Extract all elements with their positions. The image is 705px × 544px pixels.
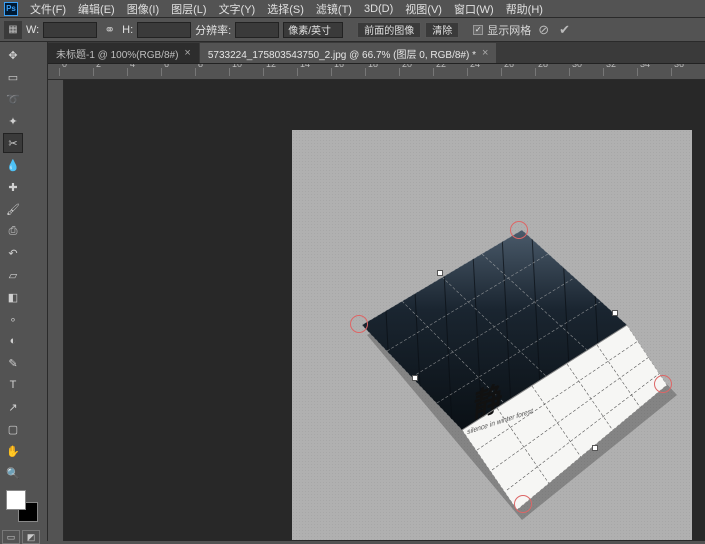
menu-3d[interactable]: 3D(D) [358, 1, 399, 17]
transform-handle[interactable] [350, 315, 368, 333]
link-wh-icon[interactable]: ⚭ [101, 22, 118, 38]
toolbox: ✥ ▭ ➰ ✦ ✂ 💧 ✚ 🖌 ⎙ ↶ ▱ ◧ ∘ ◐ ✎ T ↗ ▢ ✋ 🔍 … [0, 42, 48, 541]
canvas-area[interactable]: 静 silence in winter forest [64, 80, 705, 541]
width-input[interactable] [43, 22, 97, 38]
tab-label: 未标题-1 @ 100%(RGB/8#) [56, 46, 178, 61]
close-icon[interactable]: × [184, 47, 190, 59]
transform-handle[interactable] [412, 375, 418, 381]
menu-type[interactable]: 文字(Y) [213, 0, 262, 19]
tool-preset-icon[interactable]: ▦ [4, 21, 22, 39]
height-input[interactable] [137, 22, 191, 38]
wand-tool[interactable]: ✦ [3, 111, 23, 131]
quickmask-row: ▭ ◩ [2, 530, 45, 544]
resolution-input[interactable] [235, 22, 279, 38]
heal-tool[interactable]: ✚ [3, 177, 23, 197]
options-bar: ▦ W: ⚭ H: 分辨率: 像素/英寸 前面的图像 清除 ✓ 显示网格 ⊘ ✔ [0, 18, 705, 42]
lasso-tool[interactable]: ➰ [3, 89, 23, 109]
menu-file[interactable]: 文件(F) [24, 0, 72, 19]
gradient-tool[interactable]: ◧ [3, 287, 23, 307]
foreground-swatch[interactable] [6, 490, 26, 510]
blur-tool[interactable]: ∘ [3, 309, 23, 329]
type-tool[interactable]: T [3, 375, 23, 395]
standard-mode-icon[interactable]: ▭ [2, 530, 20, 544]
transform-handle[interactable] [437, 270, 443, 276]
close-icon[interactable]: × [482, 47, 488, 59]
ruler-horizontal: 0 2 4 6 8 10 12 14 16 18 20 22 24 26 28 … [48, 64, 705, 80]
dodge-tool[interactable]: ◐ [3, 331, 23, 351]
confirm-icon[interactable]: ✔ [556, 22, 573, 38]
cancel-icon[interactable]: ⊘ [535, 22, 552, 38]
width-label: W: [26, 24, 39, 36]
hand-tool[interactable]: ✋ [3, 441, 23, 461]
menu-window[interactable]: 窗口(W) [448, 0, 500, 19]
ruler-vertical [48, 80, 64, 541]
path-tool[interactable]: ↗ [3, 397, 23, 417]
menu-help[interactable]: 帮助(H) [500, 0, 549, 19]
history-brush-tool[interactable]: ↶ [3, 243, 23, 263]
menu-edit[interactable]: 编辑(E) [72, 0, 121, 19]
menu-view[interactable]: 视图(V) [399, 0, 448, 19]
transform-handle[interactable] [654, 375, 672, 393]
menu-layer[interactable]: 图层(L) [165, 0, 212, 19]
artboard-tool[interactable]: ▭ [3, 67, 23, 87]
shape-tool[interactable]: ▢ [3, 419, 23, 439]
transform-handle[interactable] [592, 445, 598, 451]
transform-handle[interactable] [612, 310, 618, 316]
tab-document-1[interactable]: 未标题-1 @ 100%(RGB/8#) × [48, 43, 199, 63]
show-grid-checkbox[interactable]: ✓ 显示网格 [473, 22, 531, 38]
book-mockup[interactable]: 静 silence in winter forest [332, 215, 672, 495]
menu-select[interactable]: 选择(S) [261, 0, 310, 19]
show-grid-label: 显示网格 [487, 22, 531, 38]
app-logo: Ps [4, 2, 18, 16]
document-tabs: 未标题-1 @ 100%(RGB/8#) × 5733224_175803543… [0, 42, 705, 64]
resolution-unit[interactable]: 像素/英寸 [283, 22, 343, 38]
clear-button[interactable]: 清除 [425, 22, 459, 38]
front-image-button[interactable]: 前面的图像 [357, 22, 421, 38]
transform-handle[interactable] [514, 495, 532, 513]
color-swatches[interactable] [2, 488, 45, 528]
tab-label: 5733224_175803543750_2.jpg @ 66.7% (图层 0… [208, 46, 476, 61]
menu-filter[interactable]: 滤镜(T) [310, 0, 358, 19]
brush-tool[interactable]: 🖌 [3, 199, 23, 219]
quickmask-icon[interactable]: ◩ [22, 530, 40, 544]
menu-bar: Ps 文件(F) 编辑(E) 图像(I) 图层(L) 文字(Y) 选择(S) 滤… [0, 0, 705, 18]
height-label: H: [122, 24, 133, 36]
menu-image[interactable]: 图像(I) [121, 0, 165, 19]
crop-tool[interactable]: ✂ [3, 133, 23, 153]
eyedropper-tool[interactable]: 💧 [3, 155, 23, 175]
eraser-tool[interactable]: ▱ [3, 265, 23, 285]
zoom-tool[interactable]: 🔍 [3, 463, 23, 483]
tab-document-2[interactable]: 5733224_175803543750_2.jpg @ 66.7% (图层 0… [200, 43, 497, 63]
document-background: 静 silence in winter forest [292, 130, 692, 540]
pen-tool[interactable]: ✎ [3, 353, 23, 373]
resolution-label: 分辨率: [195, 22, 231, 38]
move-tool[interactable]: ✥ [3, 45, 23, 65]
stamp-tool[interactable]: ⎙ [3, 221, 23, 241]
transform-handle[interactable] [510, 221, 528, 239]
